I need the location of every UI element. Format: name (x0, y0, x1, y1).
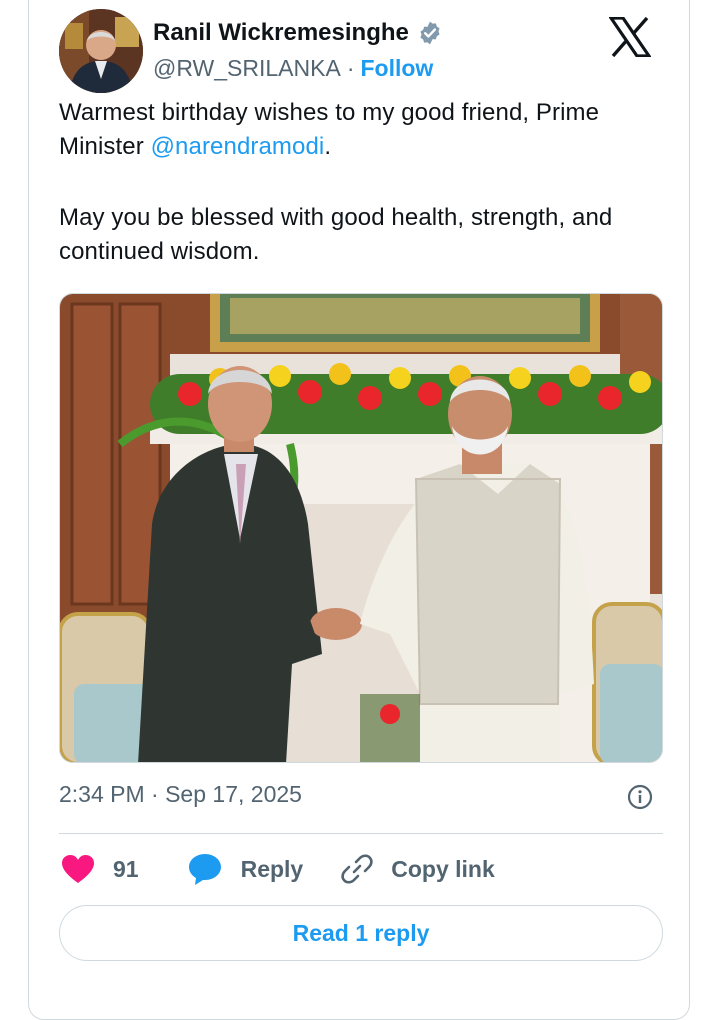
handle-row: @RW_SRILANKA · Follow (153, 55, 433, 82)
tweet-text-part: . (324, 133, 332, 160)
verified-badge-icon (417, 20, 443, 46)
mention-link[interactable]: @narendramodi (151, 133, 325, 160)
copy-link-label: Copy link (391, 855, 495, 882)
reply-button[interactable]: Reply (187, 852, 304, 886)
speech-bubble-icon (187, 852, 223, 886)
action-bar: 91 Reply Copy link (59, 847, 495, 891)
heart-icon (61, 854, 95, 884)
x-logo-icon[interactable] (607, 16, 653, 58)
info-icon[interactable] (627, 784, 653, 810)
tweet-header: Ranil Wickremesinghe @RW_SRILANKA · Foll… (59, 9, 659, 93)
tweet-text: Warmest birthday wishes to my good frien… (59, 96, 659, 269)
tweet-photo[interactable] (59, 293, 663, 763)
author-handle[interactable]: @RW_SRILANKA (153, 55, 341, 82)
divider (59, 833, 663, 834)
copy-link-button[interactable]: Copy link (341, 853, 495, 885)
reply-label: Reply (240, 855, 304, 882)
name-row: Ranil Wickremesinghe (153, 19, 443, 47)
read-replies-button[interactable]: Read 1 reply (59, 905, 663, 961)
link-icon (341, 853, 373, 885)
like-button[interactable]: 91 (61, 854, 139, 884)
tweet-paragraph-1: Warmest birthday wishes to my good frien… (59, 96, 659, 164)
follow-button[interactable]: Follow (360, 55, 433, 82)
tweet-timestamp[interactable]: 2:34 PM · Sep 17, 2025 (59, 781, 302, 808)
separator-dot: · (346, 55, 355, 81)
like-count: 91 (113, 855, 139, 882)
author-avatar[interactable] (59, 9, 143, 93)
tweet-card: Ranil Wickremesinghe @RW_SRILANKA · Foll… (28, 0, 690, 1020)
author-name[interactable]: Ranil Wickremesinghe (153, 19, 409, 47)
tweet-paragraph-2: May you be blessed with good health, str… (59, 204, 613, 265)
